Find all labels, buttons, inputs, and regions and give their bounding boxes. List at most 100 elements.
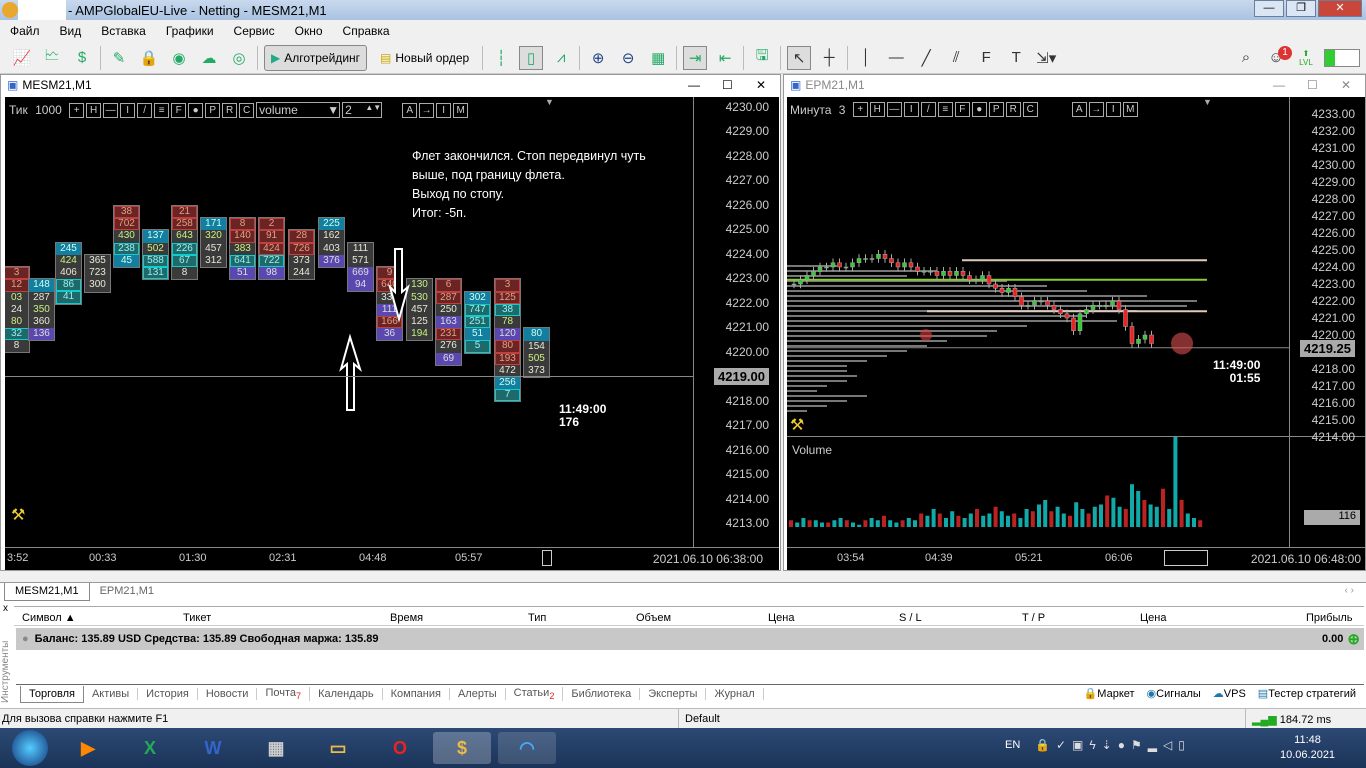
tab-1[interactable]: Активы [84,688,139,700]
footprint-chart[interactable]: Тик 1000 + H — I / ≡ F ● P R C volume ▼ 2 ▲▼ A → I M Фл… [5,97,779,570]
market-icon[interactable]: 🔒 [137,46,161,70]
vps-link[interactable]: ☁VPS [1213,687,1246,700]
equidistant-channel-icon[interactable]: ⫽ [944,46,968,70]
word-icon[interactable]: W [193,732,233,764]
tray-icons[interactable]: 🔒✓▣ϟ⇣●⚑▂◁▯ [1035,738,1191,752]
tab-0[interactable]: Торговля [20,685,84,703]
new-chart-icon[interactable]: 📈 [10,46,34,70]
column-sl[interactable]: S / L [899,612,922,624]
scroll-marker[interactable] [1164,550,1208,566]
start-button[interactable] [12,730,48,766]
cursor-icon[interactable]: ↖ [787,45,812,70]
tab-8[interactable]: Статьи2 [506,686,564,702]
media-player-icon[interactable]: ▶ [68,732,108,764]
price-axis[interactable]: 4230.00 4229.00 4228.00 4227.00 4226.00 4225.… [693,97,779,547]
column-tp[interactable]: T / P [1022,612,1045,624]
tab-4[interactable]: Почта7 [257,686,311,702]
minimize-button[interactable]: — [1254,0,1284,17]
navigator-icon[interactable]: ✎ [107,46,131,70]
text-icon[interactable]: T [1004,46,1028,70]
column-profit[interactable]: Прибыль [1306,612,1353,624]
tab-10[interactable]: Эксперты [640,688,707,700]
scroll-marker[interactable] [542,550,552,566]
tools-icon[interactable]: ⚒ [790,415,804,435]
market-watch-icon[interactable]: $ [70,46,94,70]
signals-icon[interactable]: ◉ [167,46,191,70]
time-axis[interactable]: 3:52 00:33 01:30 02:31 04:48 05:57 2021.06.10 … [5,548,779,570]
tab-2[interactable]: История [138,688,198,700]
time-axis[interactable]: 03:54 04:39 05:21 06:06 2021.06.10 06:48:00 [787,548,1365,570]
candlestick-icon[interactable]: ▯ [519,45,544,70]
market-link[interactable]: 🔒Маркет [1084,687,1135,700]
menu-window[interactable]: Окно [285,20,333,42]
maximize-button[interactable]: ❐ [1286,0,1316,17]
maximize-chart-button[interactable]: ☐ [1307,78,1337,92]
tile-windows-icon[interactable]: ▦ [646,46,670,70]
tab-5[interactable]: Календарь [310,688,383,700]
close-chart-button[interactable]: ✕ [1341,78,1365,92]
column-symbol[interactable]: Символ ▲ [22,612,76,624]
wifi-app-icon[interactable]: ◠ [498,732,556,764]
chart-shift-icon[interactable]: ⇤ [713,46,737,70]
new-order-button[interactable]: ▤ Новый ордер [373,45,476,71]
menu-help[interactable]: Справка [333,20,400,42]
vps-icon[interactable]: ☁ [197,46,221,70]
strategy-tester-link[interactable]: ▤Тестер стратегий [1258,687,1356,700]
horizontal-line-icon[interactable]: — [884,46,908,70]
tab-9[interactable]: Библиотека [563,688,641,700]
menu-insert[interactable]: Вставка [91,20,156,42]
excel-icon[interactable]: X [130,732,170,764]
balance-row[interactable]: ● Баланс: 135.89 USD Средства: 135.89 Сво… [16,628,1364,650]
crosshair-icon[interactable]: ┼ [817,46,841,70]
metatrader-taskbar-icon[interactable]: $ [433,732,491,764]
explorer-icon[interactable]: ▭ [318,732,358,764]
tab-epm21[interactable]: EPM21,M1 [90,583,164,601]
tab-scroll-arrows[interactable]: ‹ › [1345,585,1354,596]
signals-link[interactable]: ◉Сигналы [1147,687,1201,700]
algotrading-button[interactable]: ▶ Алготрейдинг [264,44,368,71]
zoom-out-icon[interactable]: ⊖ [616,46,640,70]
price-axis[interactable]: 4233.00 4232.00 4231.00 4230.00 4229.00 4228.… [1289,97,1365,444]
menu-view[interactable]: Вид [50,20,92,42]
candlestick-chart[interactable]: Минута 3 + H — I / ≡ F ● P R C A → I M 11:49:00 01:55 ⚒… [787,97,1365,570]
column-time[interactable]: Время [390,612,423,624]
level-icon[interactable]: ⬆ LVL [1294,46,1318,70]
profiles-icon[interactable]: 🗠 [40,46,64,70]
shift-marker-icon[interactable]: ▼ [1203,97,1212,107]
clock[interactable]: 11:48 10.06.2021 [1280,733,1335,763]
close-toolbox-button[interactable]: x [3,603,8,614]
tab-6[interactable]: Компания [383,688,450,700]
search-icon[interactable]: ⌕ [1234,46,1258,70]
column-volume[interactable]: Объем [636,612,671,624]
calculator-icon[interactable]: ▦ [256,732,296,764]
menu-charts[interactable]: Графики [156,20,224,42]
line-chart-icon[interactable]: ⩘ [549,46,573,70]
tab-11[interactable]: Журнал [706,688,764,700]
fibonacci-icon[interactable]: F [974,46,998,70]
minimize-chart-button[interactable]: — [688,78,718,92]
column-ticket[interactable]: Тикет [183,612,211,624]
column-price[interactable]: Цена [768,612,794,624]
tab-7[interactable]: Алерты [450,688,506,700]
minimize-chart-button[interactable]: — [1273,78,1303,92]
close-chart-button[interactable]: ✕ [756,78,780,92]
close-button[interactable]: ✕ [1318,0,1362,17]
autoscroll-icon[interactable]: ⇥ [683,45,708,70]
vertical-line-icon[interactable]: │ [854,46,878,70]
column-type[interactable]: Тип [528,612,546,624]
opera-icon[interactable]: O [380,732,420,764]
zoom-in-icon[interactable]: ⊕ [586,46,610,70]
bar-chart-icon[interactable]: ┆ [489,46,513,70]
shift-marker-icon[interactable]: ▼ [545,97,554,107]
menu-tools[interactable]: Сервис [224,20,285,42]
language-indicator[interactable]: EN [1005,739,1020,751]
tab-mesm21[interactable]: MESM21,M1 [4,583,90,601]
add-icon[interactable]: ⊕ [1347,630,1360,648]
tab-3[interactable]: Новости [198,688,258,700]
column-current-price[interactable]: Цена [1140,612,1166,624]
templates-icon[interactable]: 🖫 [750,46,774,70]
shapes-icon[interactable]: ⇲▾ [1034,46,1058,70]
community-icon[interactable]: ◎ [227,46,251,70]
tools-icon[interactable]: ⚒ [11,505,25,525]
account-icon[interactable]: ☺ 1 [1264,45,1292,70]
